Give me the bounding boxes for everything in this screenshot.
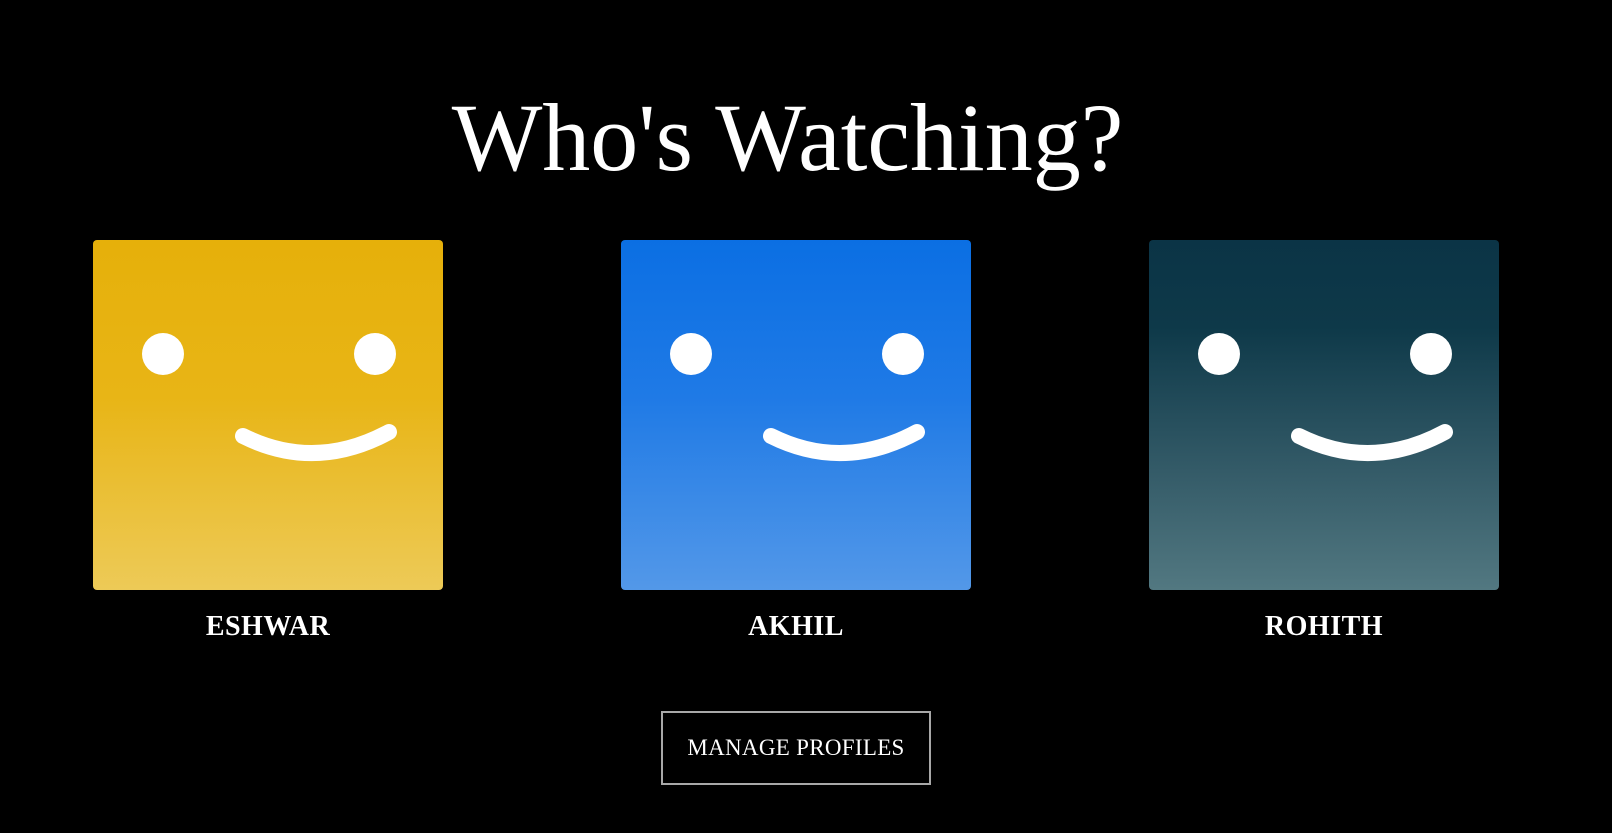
profile-name[interactable]: ROHITH (1149, 610, 1499, 644)
profile-card-akhil[interactable]: AKHIL (621, 240, 971, 644)
page-title: Who's Watching? (451, 84, 1124, 191)
profile-list: ESHWAR AKHIL ROHITH (0, 240, 1612, 650)
profile-card-rohith[interactable]: ROHITH (1149, 240, 1499, 644)
manage-profiles-button[interactable]: MANAGE PROFILES (661, 711, 931, 785)
smiley-face-icon (670, 333, 925, 462)
profile-avatar[interactable] (93, 240, 443, 590)
profile-avatar[interactable] (621, 240, 971, 590)
profile-avatar[interactable] (1149, 240, 1499, 590)
profile-card-eshwar[interactable]: ESHWAR (93, 240, 443, 644)
profile-name[interactable]: ESHWAR (93, 610, 443, 644)
profile-name[interactable]: AKHIL (621, 610, 971, 644)
smiley-face-icon (1198, 333, 1453, 462)
smiley-face-icon (142, 333, 397, 462)
